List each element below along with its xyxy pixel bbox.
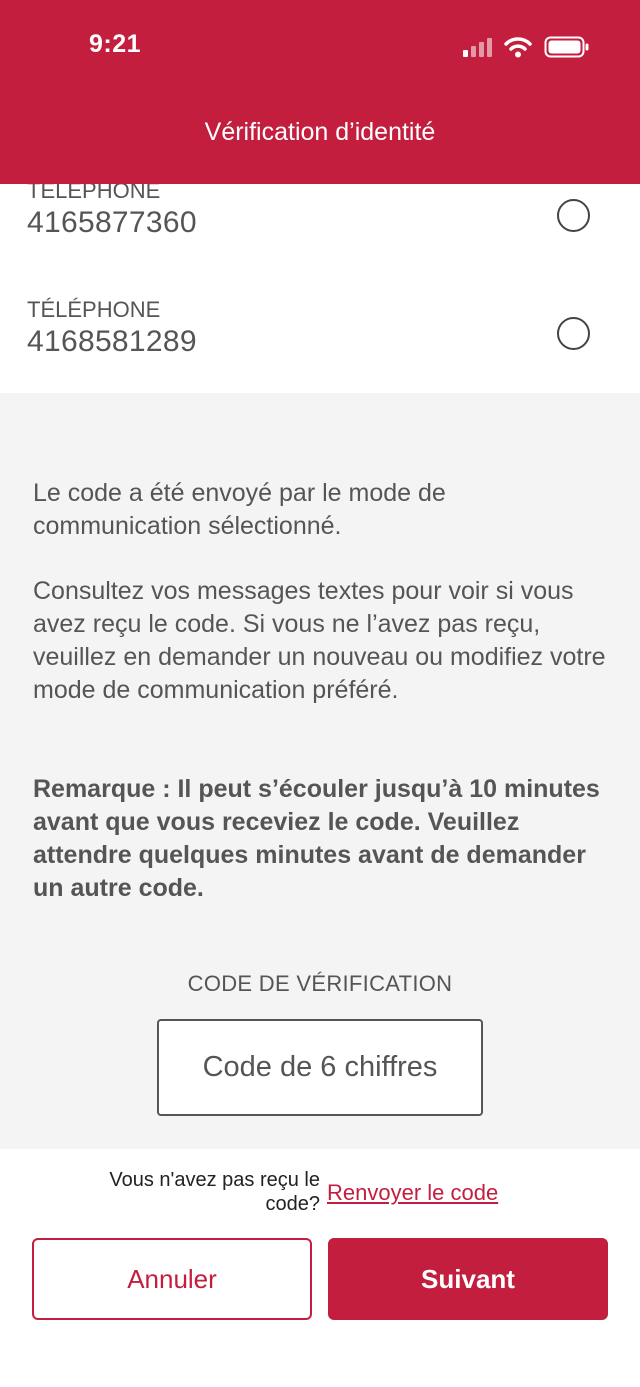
resend-section: Vous n'avez pas reçu le code? Renvoyer l… — [0, 1168, 640, 1220]
next-button[interactable]: Suivant — [328, 1238, 608, 1320]
instructions-message: Consultez vos messages textes pour voir … — [33, 577, 606, 704]
battery-icon — [544, 36, 589, 58]
contact-type-label: TÉLÉPHONE — [27, 184, 161, 203]
status-time: 9:21 — [89, 30, 142, 58]
phone-number: 4168581289 — [27, 325, 197, 358]
verification-info-panel: Le code a été envoyé par le mode de comm… — [0, 393, 640, 1149]
contact-option-phone-2[interactable]: TÉLÉPHONE 4168581289 — [0, 273, 640, 373]
resend-question: Vous n'avez pas reçu le code? — [109, 1169, 320, 1215]
contact-type-label: TÉLÉPHONE — [27, 297, 161, 322]
contact-option-phone-1[interactable]: TÉLÉPHONE 4165877360 — [0, 184, 640, 254]
app-header: 9:21 Vérification d’identité — [0, 0, 640, 184]
code-sent-message: Le code a été envoyé par le mode de comm… — [33, 479, 446, 540]
page-title: Vérification d’identité — [204, 118, 436, 146]
signal-icon — [463, 37, 492, 57]
verification-code-label: CODE DE VÉRIFICATION — [187, 971, 453, 996]
phone-number: 4165877360 — [27, 206, 197, 239]
verification-code-input[interactable] — [157, 1019, 483, 1116]
radio-button[interactable] — [557, 317, 590, 350]
status-icons — [463, 36, 590, 58]
wifi-icon — [504, 37, 532, 58]
note-message: Remarque : Il peut s’écouler jusqu’à 10 … — [33, 775, 600, 902]
resend-code-link[interactable]: Renvoyer le code — [327, 1180, 498, 1206]
contact-method-list: TÉLÉPHONE 4165877360 TÉLÉPHONE 416858128… — [0, 184, 640, 393]
cancel-button[interactable]: Annuler — [32, 1238, 312, 1320]
radio-button[interactable] — [557, 199, 590, 232]
